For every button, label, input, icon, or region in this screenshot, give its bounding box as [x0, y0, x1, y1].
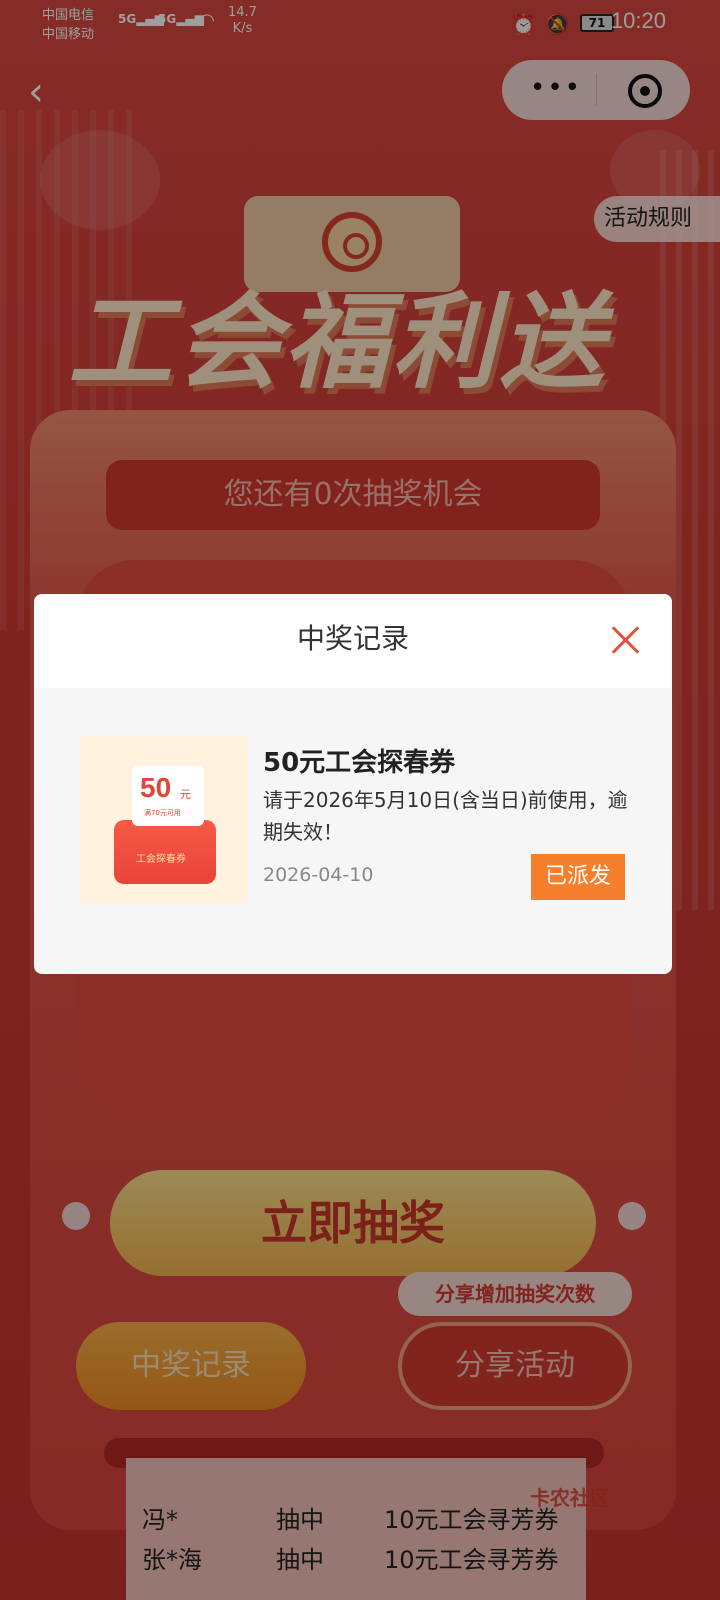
prize-image-unit: 元	[180, 788, 191, 801]
modal-header: 中奖记录	[34, 594, 672, 688]
prize-description: 请于2026年5月10日(含当日)前使用，逾期失效！	[263, 788, 628, 844]
status-badge: 已派发	[531, 854, 625, 900]
prize-image-label: 工会探春券	[136, 854, 186, 865]
prize-image-condition: 满70元可用	[144, 809, 181, 817]
prize-image-amount: 50	[140, 772, 172, 803]
prize-date: 2026-04-10	[263, 864, 374, 886]
close-icon[interactable]	[610, 624, 642, 656]
records-modal: 中奖记录 50 元 满70元可用 工会探春券 50元工会探春券 请于2026年5…	[34, 594, 672, 974]
modal-title: 中奖记录	[296, 622, 409, 655]
prize-name: 50元工会探春券	[263, 748, 456, 778]
prize-image: 50 元 满70元可用 工会探春券	[80, 736, 248, 904]
